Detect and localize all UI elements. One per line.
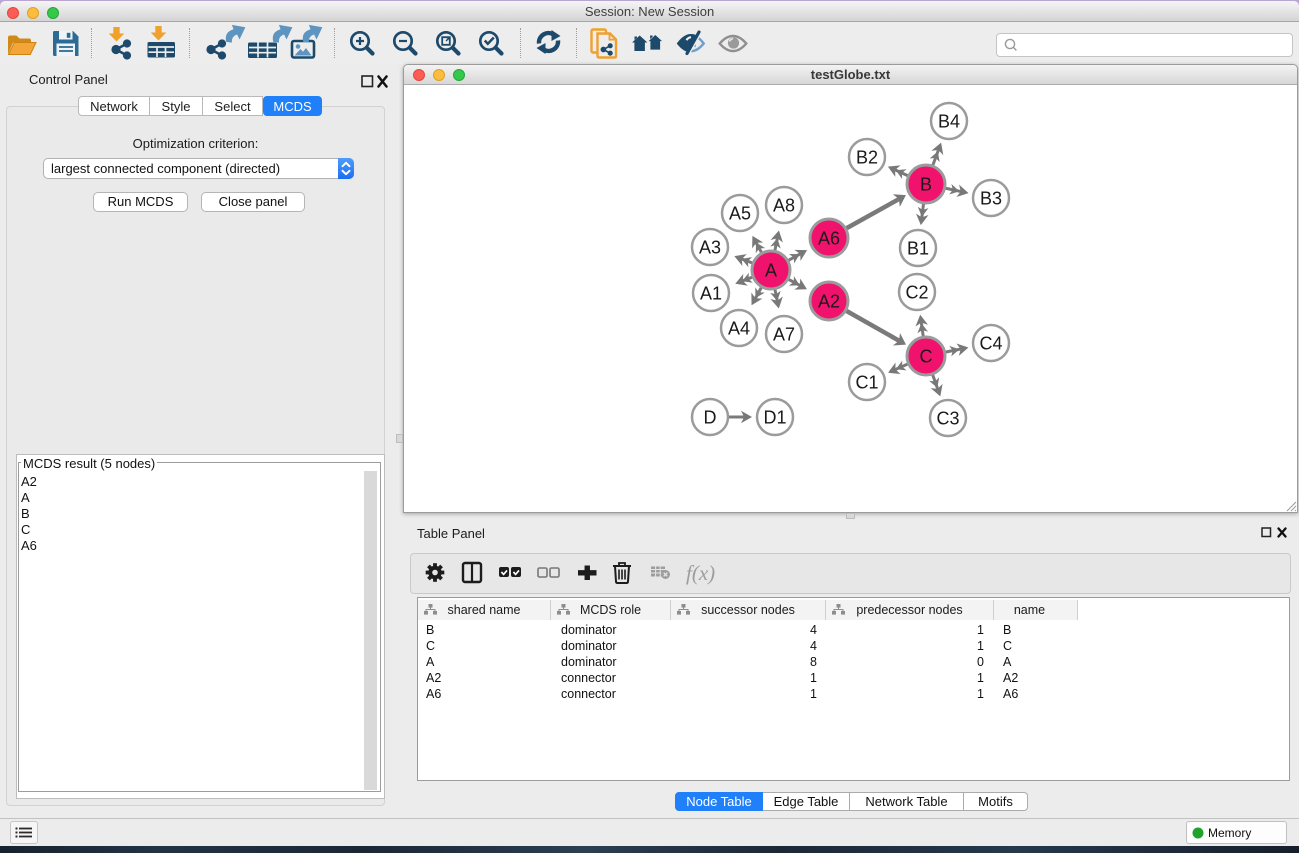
svg-text:A1: A1: [700, 284, 722, 304]
svg-text:D1: D1: [763, 408, 786, 428]
svg-text:A7: A7: [773, 325, 795, 345]
svg-text:C: C: [920, 347, 933, 367]
svg-text:A: A: [765, 261, 777, 281]
svg-text:A2: A2: [818, 292, 840, 312]
svg-text:A3: A3: [699, 238, 721, 258]
svg-text:B3: B3: [980, 189, 1002, 209]
svg-text:A8: A8: [773, 196, 795, 216]
svg-text:A4: A4: [728, 319, 750, 339]
svg-text:B2: B2: [856, 148, 878, 168]
svg-text:f(x): f(x): [686, 561, 715, 585]
svg-text:D: D: [704, 408, 717, 428]
svg-text:A5: A5: [729, 204, 751, 224]
svg-text:B4: B4: [938, 112, 960, 132]
svg-text:A6: A6: [818, 229, 840, 249]
svg-text:B: B: [920, 175, 932, 195]
svg-text:C3: C3: [936, 409, 959, 429]
svg-text:C1: C1: [855, 373, 878, 393]
svg-text:C2: C2: [905, 283, 928, 303]
svg-text:C4: C4: [979, 334, 1002, 354]
svg-text:B1: B1: [907, 239, 929, 259]
